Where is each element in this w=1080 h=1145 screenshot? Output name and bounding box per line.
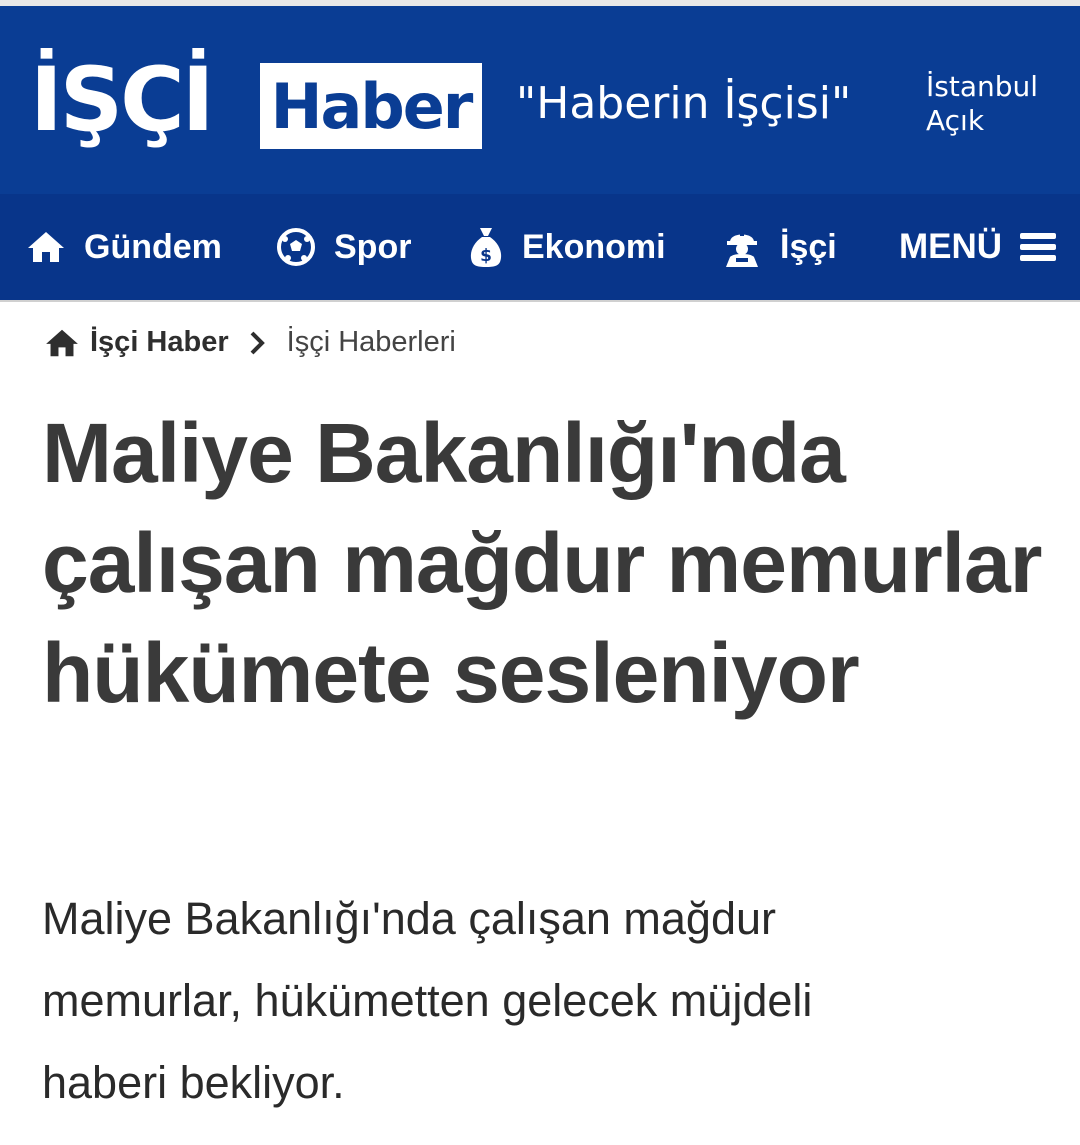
nav-item-isci[interactable]: İşçi <box>722 194 837 300</box>
nav-item-ekonomi[interactable]: $ Ekonomi <box>468 194 666 300</box>
logo-wordmark[interactable]: İŞÇİ <box>30 54 214 146</box>
breadcrumb-home[interactable]: İşçi Haber <box>44 326 229 359</box>
weather-widget[interactable]: İstanbul Açık <box>926 70 1066 138</box>
menu-button[interactable]: MENÜ <box>899 194 1056 300</box>
nav-item-gundem[interactable]: Gündem <box>26 194 222 300</box>
nav-item-spor[interactable]: Spor <box>276 194 411 300</box>
soccer-ball-icon <box>277 228 315 266</box>
breadcrumb-current[interactable]: İşçi Haberleri <box>287 326 456 359</box>
money-bag-icon: $ <box>470 228 502 267</box>
weather-condition: Açık <box>926 104 985 137</box>
article-lead: Maliye Bakanlığı'nda çalışan mağdur memu… <box>42 893 813 1108</box>
svg-text:$: $ <box>480 246 492 266</box>
worker-icon <box>726 230 758 267</box>
menu-label: MENÜ <box>898 227 1002 266</box>
breadcrumb: İşçi Haber İşçi Haberleri <box>44 326 456 359</box>
nav-label: Gündem <box>84 227 222 266</box>
weather-city: İstanbul <box>926 70 1039 103</box>
main-nav: Gündem Spor $ Ekonomi İşçi MENÜ <box>0 194 1080 302</box>
site-slogan: "Haberin İşçisi" <box>516 78 852 129</box>
nav-label: Spor <box>334 227 412 266</box>
nav-label: Ekonomi <box>522 227 666 266</box>
logo-haber-box[interactable]: Haber <box>260 63 482 149</box>
article-title: Maliye Bakanlığı'nda çalışan mağdur memu… <box>42 406 1042 720</box>
hamburger-icon <box>1020 233 1056 261</box>
nav-label: İşçi <box>780 227 837 266</box>
home-icon <box>28 232 64 262</box>
chevron-right-icon <box>250 331 265 354</box>
home-icon <box>46 329 78 356</box>
site-header: İŞÇİ Haber "Haberin İşçisi" İstanbul Açı… <box>0 6 1080 194</box>
breadcrumb-home-label: İşçi Haber <box>90 326 229 358</box>
